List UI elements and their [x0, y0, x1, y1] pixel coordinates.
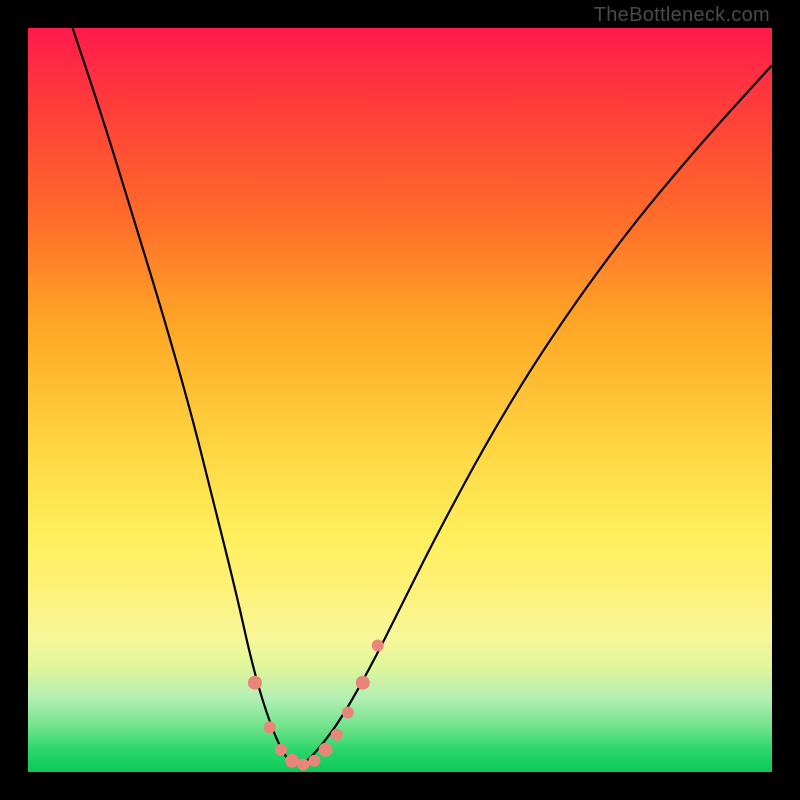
curve-marker — [308, 755, 320, 767]
curve-marker — [297, 759, 309, 771]
frame-bottom — [0, 772, 800, 800]
curve-marker — [264, 721, 276, 733]
watermark-text: TheBottleneck.com — [594, 4, 770, 27]
bottleneck-curve-svg — [28, 28, 772, 772]
curve-marker — [275, 744, 287, 756]
curve-marker — [319, 743, 333, 757]
bottleneck-curve — [73, 28, 772, 765]
curve-marker — [372, 640, 384, 652]
curve-marker — [342, 707, 354, 719]
curve-marker — [356, 676, 370, 690]
frame-right — [772, 0, 800, 800]
frame-left — [0, 0, 28, 800]
curve-marker — [331, 729, 343, 741]
curve-marker — [285, 754, 299, 768]
plot-area — [28, 28, 772, 772]
curve-marker — [248, 676, 262, 690]
